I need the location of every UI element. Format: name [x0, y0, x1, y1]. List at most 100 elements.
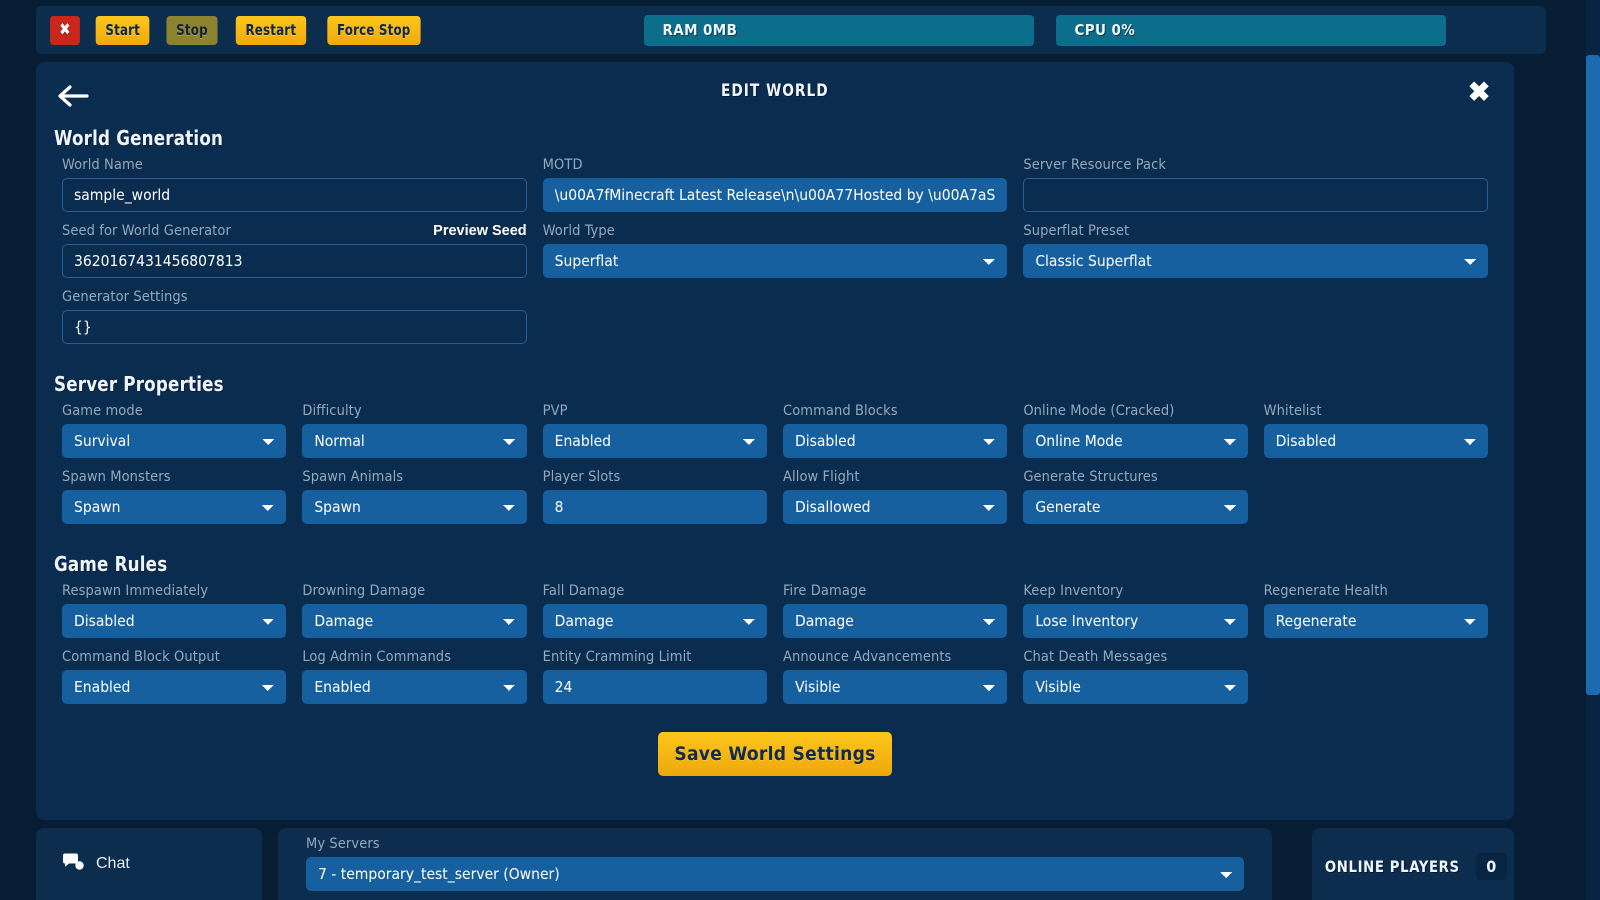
- command-blocks-select[interactable]: Disabled: [782, 424, 1008, 458]
- restart-button[interactable]: Restart: [236, 15, 307, 45]
- field-command-blocks: Command Blocks Disabled: [775, 398, 1015, 464]
- respawn-immediately-select[interactable]: Disabled: [62, 604, 287, 638]
- pvp-select[interactable]: Enabled: [542, 424, 767, 458]
- allow-flight-select[interactable]: Disallowed: [782, 490, 1008, 524]
- close-icon[interactable]: ✖: [1466, 79, 1492, 106]
- close-icon: ✖: [59, 20, 71, 40]
- my-servers-select[interactable]: 7 - temporary_test_server (Owner): [306, 857, 1244, 891]
- label-regenerate-health: Regenerate Health: [1263, 583, 1388, 599]
- superflat-preset-select[interactable]: Classic Superflat: [1023, 244, 1488, 278]
- force-stop-button[interactable]: Force Stop: [327, 15, 421, 45]
- command-block-output-select[interactable]: Enabled: [62, 670, 287, 704]
- field-difficulty: Difficulty Normal: [294, 398, 534, 464]
- field-announce-advancements: Announce Advancements Visible: [775, 644, 1015, 710]
- panel-header: EDIT WORLD ✖: [36, 62, 1514, 120]
- my-servers-card: My Servers 7 - temporary_test_server (Ow…: [278, 828, 1272, 900]
- field-generator-settings: Generator Settings: [54, 284, 535, 350]
- regenerate-health-select[interactable]: Regenerate: [1263, 604, 1488, 638]
- player-slots-input[interactable]: [542, 490, 767, 524]
- online-mode-cracked-select[interactable]: Online Mode: [1023, 424, 1248, 458]
- stop-all-button[interactable]: ✖: [50, 15, 80, 45]
- difficulty-select[interactable]: Normal: [302, 424, 527, 458]
- field-spawn-animals: Spawn Animals Spawn: [294, 464, 534, 530]
- chat-bubble-icon: [62, 853, 84, 876]
- section-heading-server-properties: Server Properties: [54, 372, 224, 396]
- label-command-blocks: Command Blocks: [782, 403, 898, 419]
- back-arrow-icon[interactable]: [56, 84, 90, 108]
- label-my-servers: My Servers: [306, 836, 380, 852]
- field-drowning-damage: Drowning Damage Damage: [294, 578, 534, 644]
- label-whitelist: Whitelist: [1263, 403, 1322, 419]
- field-generate-structures: Generate Structures Generate: [1015, 464, 1255, 530]
- fire-damage-select[interactable]: Damage: [782, 604, 1008, 638]
- field-resource-pack: Server Resource Pack: [1015, 152, 1496, 218]
- edit-world-panel: EDIT WORLD ✖ World Generation World Name…: [36, 62, 1514, 820]
- game-mode-select[interactable]: Survival: [62, 424, 287, 458]
- fall-damage-select[interactable]: Damage: [542, 604, 767, 638]
- label-game-mode: Game mode: [62, 403, 143, 419]
- generate-structures-select[interactable]: Generate: [1023, 490, 1248, 524]
- server-properties-grid: Game mode Survival Difficulty Normal PVP Enab…: [54, 398, 1496, 530]
- world-name-input[interactable]: [62, 178, 527, 212]
- world-generation-grid: World Name MOTD Server Resource Pack See…: [54, 152, 1496, 350]
- server-resource-pack-input[interactable]: [1023, 178, 1488, 212]
- drowning-damage-select[interactable]: Damage: [302, 604, 527, 638]
- label-player-slots: Player Slots: [542, 469, 621, 485]
- entity-cramming-limit-input[interactable]: [542, 670, 767, 704]
- field-fall-damage: Fall Damage Damage: [535, 578, 775, 644]
- spawn-monsters-select[interactable]: Spawn: [62, 490, 287, 524]
- label-seed: Seed for World Generator: [62, 223, 231, 239]
- section-heading-game-rules: Game Rules: [54, 552, 168, 576]
- field-allow-flight: Allow Flight Disallowed: [775, 464, 1015, 530]
- cpu-stat: CPU 0%: [1056, 14, 1447, 46]
- label-difficulty: Difficulty: [302, 403, 362, 419]
- preview-seed-link[interactable]: Preview Seed: [433, 223, 527, 239]
- label-motd: MOTD: [542, 157, 583, 173]
- generator-settings-input[interactable]: [62, 310, 527, 344]
- label-drowning-damage: Drowning Damage: [302, 583, 426, 599]
- spawn-animals-select[interactable]: Spawn: [302, 490, 527, 524]
- field-fire-damage: Fire Damage Damage: [775, 578, 1015, 644]
- motd-input[interactable]: [542, 178, 1008, 212]
- online-players-card: Online Players 0: [1312, 828, 1514, 900]
- field-motd: MOTD: [535, 152, 1016, 218]
- save-world-settings-button[interactable]: Save World Settings: [658, 732, 892, 776]
- save-button-row: Save World Settings: [54, 732, 1496, 776]
- online-players-count-badge: 0: [1475, 852, 1507, 880]
- label-fire-damage: Fire Damage: [782, 583, 867, 599]
- field-spawn-monsters: Spawn Monsters Spawn: [54, 464, 294, 530]
- stop-button[interactable]: Stop: [166, 15, 218, 45]
- label-spawn-monsters: Spawn Monsters: [62, 469, 171, 485]
- section-heading-world-generation: World Generation: [54, 126, 224, 150]
- label-online-mode-cracked: Online Mode (Cracked): [1023, 403, 1175, 419]
- field-command-block-output: Command Block Output Enabled: [54, 644, 294, 710]
- start-button[interactable]: Start: [95, 15, 150, 45]
- field-entity-cramming-limit: Entity Cramming Limit: [535, 644, 775, 710]
- page-title: EDIT WORLD: [721, 81, 829, 101]
- label-server-resource-pack: Server Resource Pack: [1023, 157, 1167, 173]
- field-world-name: World Name: [54, 152, 535, 218]
- world-type-select[interactable]: Superflat: [542, 244, 1008, 278]
- field-online-mode-cracked: Online Mode (Cracked) Online Mode: [1015, 398, 1255, 464]
- label-pvp: PVP: [542, 403, 568, 419]
- seed-input[interactable]: [62, 244, 527, 278]
- label-spawn-animals: Spawn Animals: [302, 469, 404, 485]
- announce-advancements-select[interactable]: Visible: [782, 670, 1008, 704]
- label-world-type: World Type: [542, 223, 615, 239]
- page-scrollbar-thumb[interactable]: [1586, 55, 1600, 695]
- game-rules-grid: Respawn Immediately Disabled Drowning Dama…: [54, 578, 1496, 710]
- field-whitelist: Whitelist Disabled: [1256, 398, 1496, 464]
- chat-card[interactable]: Chat: [36, 828, 262, 900]
- label-keep-inventory: Keep Inventory: [1023, 583, 1124, 599]
- field-chat-death-messages: Chat Death Messages Visible: [1015, 644, 1255, 710]
- chat-death-messages-select[interactable]: Visible: [1023, 670, 1248, 704]
- field-respawn-immediately: Respawn Immediately Disabled: [54, 578, 294, 644]
- whitelist-select[interactable]: Disabled: [1263, 424, 1488, 458]
- label-chat-death-messages: Chat Death Messages: [1023, 649, 1168, 665]
- log-admin-commands-select[interactable]: Enabled: [302, 670, 527, 704]
- field-world-type: World Type Superflat: [535, 218, 1016, 284]
- field-regenerate-health: Regenerate Health Regenerate: [1256, 578, 1496, 644]
- keep-inventory-select[interactable]: Lose Inventory: [1023, 604, 1248, 638]
- page-scrollbar-track[interactable]: [1586, 0, 1600, 900]
- label-world-name: World Name: [62, 157, 143, 173]
